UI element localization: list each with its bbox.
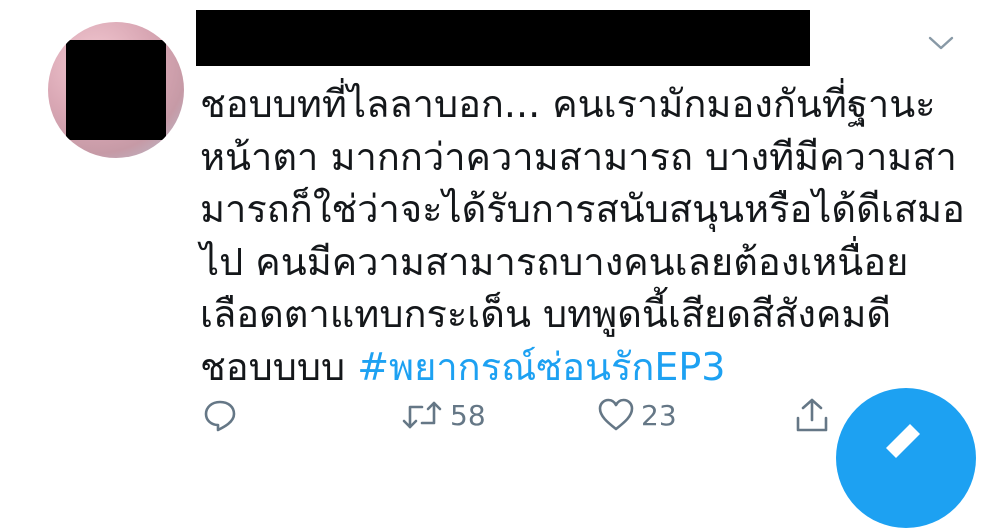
tweet-line: ไป คนมีความสามารถบางคนเลยต้องเหนื่อย [200, 239, 909, 284]
share-button[interactable] [794, 390, 830, 440]
reply-icon [204, 400, 236, 432]
reply-button[interactable] [202, 390, 238, 440]
like-button[interactable]: 23 [597, 390, 677, 440]
heart-icon [598, 398, 634, 431]
retweet-button[interactable]: 58 [400, 390, 486, 440]
tweet-line: หน้าตา มากกว่าความสามารถ บางทีมีความสา [200, 134, 957, 179]
avatar-redaction [66, 40, 166, 140]
hashtag-link[interactable]: #พยากรณ์ซ่อนรักEP3 [357, 345, 725, 389]
retweet-count: 58 [450, 398, 486, 432]
username-redaction [196, 10, 810, 66]
tweet-line-last: ชอบบบบ #พยากรณ์ซ่อนรักEP3 [200, 341, 960, 394]
share-icon [796, 398, 828, 432]
chevron-down-icon[interactable] [928, 34, 954, 52]
tweet-line: ชอบบบบ [200, 344, 358, 389]
like-count: 23 [641, 398, 677, 432]
tweet-line: เลือดตาแทบกระเด็น บทพูดนี้เสียดสีสังคมดี [200, 292, 892, 336]
retweet-icon [402, 401, 442, 429]
tweet-line: ชอบบทที่ไลลาบอก... คนเรามักมองกันที่ฐานะ [200, 82, 936, 126]
avatar[interactable] [48, 22, 184, 158]
compose-icon [886, 424, 920, 458]
tweet-line: มารถก็ใช่ว่าจะได้รับการสนับสนุนหรือได้ดี… [200, 187, 965, 231]
tweet-text: ชอบบทที่ไลลาบอก... คนเรามักมองกันที่ฐานะ… [200, 78, 965, 394]
compose-tweet-button[interactable] [836, 388, 976, 528]
